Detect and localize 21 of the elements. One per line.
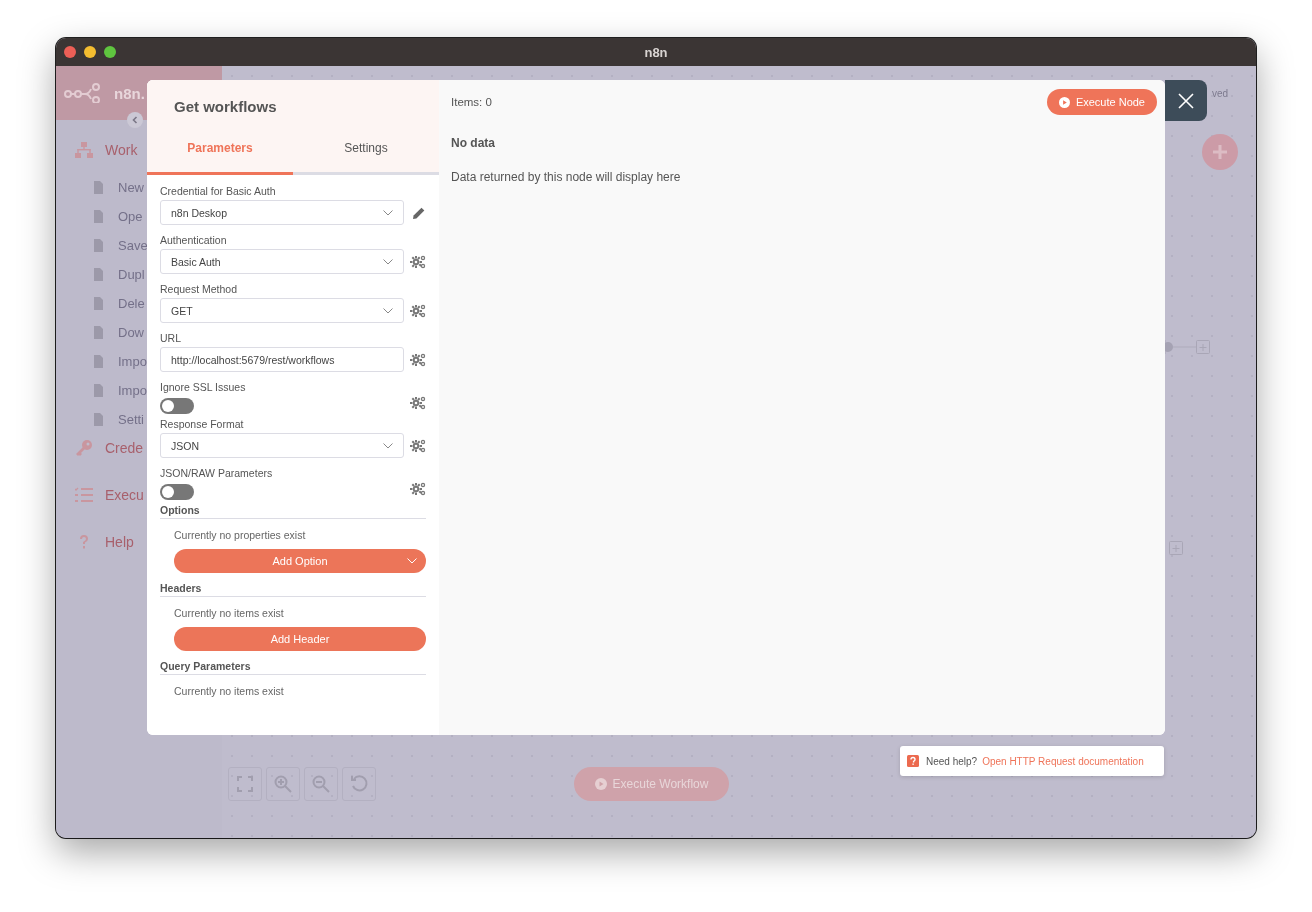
save-status: ved xyxy=(1212,88,1229,99)
field-label: JSON/RAW Parameters xyxy=(160,467,274,479)
field-label: Request Method xyxy=(160,283,239,295)
field-label: Authentication xyxy=(160,234,228,246)
logo-text: n8n. xyxy=(114,84,145,102)
help-text: Need help? xyxy=(926,755,978,767)
section-title: Headers xyxy=(160,582,426,597)
empty-message: Currently no items exist xyxy=(174,685,285,697)
section-title: Options xyxy=(160,504,426,519)
empty-message: Data returned by this node will display here xyxy=(451,170,682,184)
field-label: Credential for Basic Auth xyxy=(160,185,277,197)
field-label: Response Format xyxy=(160,418,245,430)
empty-message: Currently no items exist xyxy=(174,607,285,619)
node-title: Get workflows xyxy=(174,98,278,115)
empty-title: No data xyxy=(451,136,496,150)
field-label: Ignore SSL Issues xyxy=(160,381,247,393)
window-title: n8n xyxy=(644,44,668,60)
field-label: URL xyxy=(160,332,182,344)
section-title: Query Parameters xyxy=(160,660,426,675)
items-count: Items: 0 xyxy=(451,96,492,108)
empty-message: Currently no properties exist xyxy=(174,529,307,541)
